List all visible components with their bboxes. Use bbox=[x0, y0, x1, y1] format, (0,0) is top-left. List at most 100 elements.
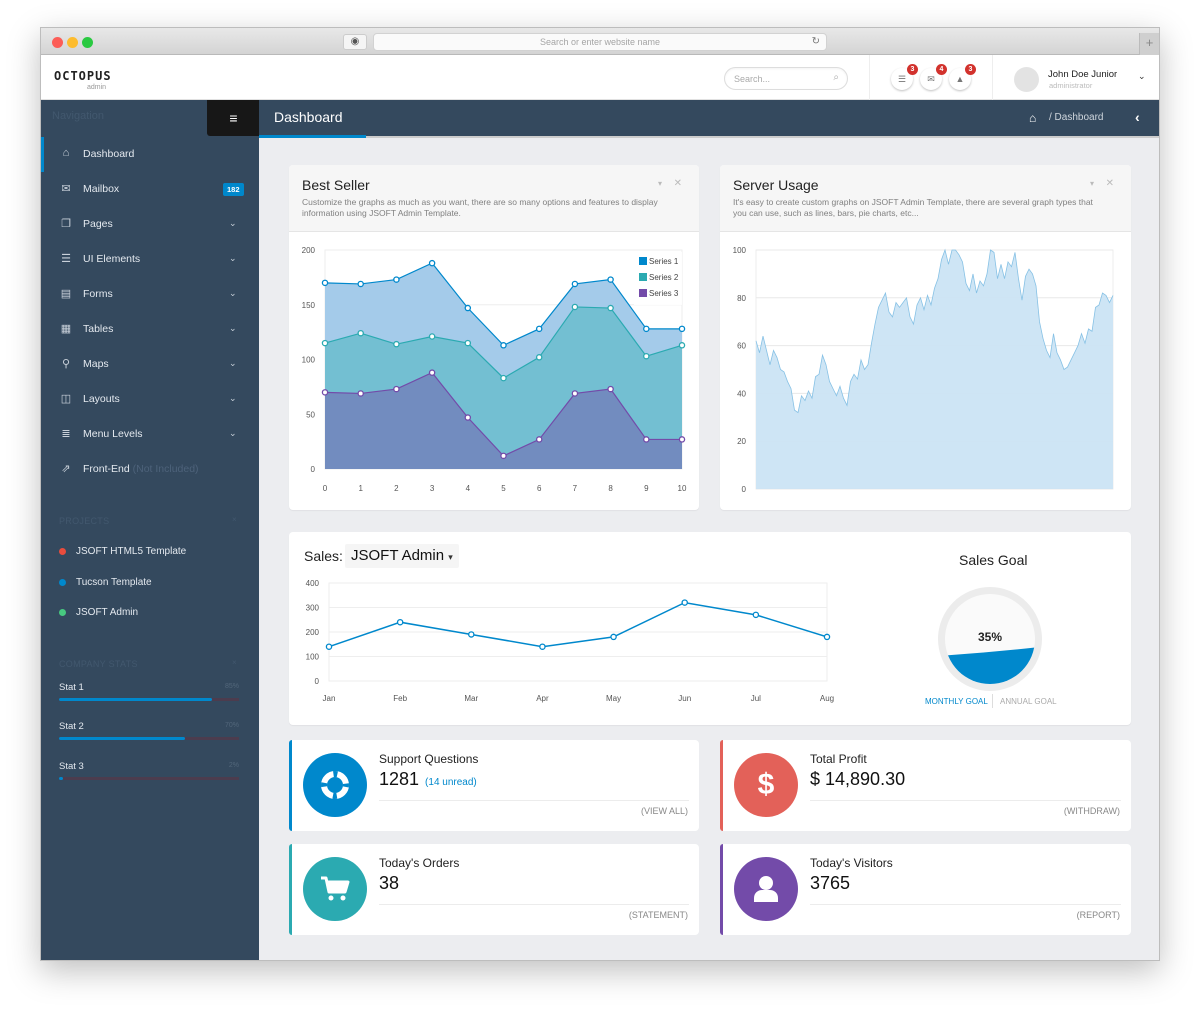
stat-item: Stat 3 2% bbox=[59, 761, 239, 780]
data-point bbox=[428, 259, 436, 267]
close-icon[interactable]: × bbox=[232, 515, 237, 524]
data-point bbox=[643, 325, 650, 333]
report-link[interactable]: (REPORT) bbox=[1077, 910, 1120, 920]
project-item[interactable]: JSOFT Admin bbox=[59, 607, 138, 618]
caret-down-icon[interactable]: ▾ bbox=[658, 179, 662, 188]
progress-track bbox=[59, 777, 239, 780]
shopping-cart-icon bbox=[303, 857, 367, 921]
sidebar-item-forms[interactable]: ▤ Forms ⌄ bbox=[41, 277, 259, 312]
tasks-icon: ☰ bbox=[897, 74, 907, 84]
active-tab-underline bbox=[259, 135, 366, 138]
tab-monthly-goal[interactable]: MONTHLY GOAL bbox=[925, 697, 988, 706]
sidebar-item-layouts[interactable]: ◫ Layouts ⌄ bbox=[41, 382, 259, 417]
sidebar-item-dashboard[interactable]: ⌂ Dashboard bbox=[41, 137, 259, 172]
sidebar-item-label: Menu Levels bbox=[83, 428, 143, 440]
alerts-badge: 3 bbox=[965, 64, 976, 75]
chevron-left-icon[interactable]: ‹ bbox=[1135, 109, 1140, 125]
data-point bbox=[357, 390, 364, 397]
divider bbox=[992, 55, 993, 100]
todays-visitors-widget: Today's Visitors 3765 (REPORT) bbox=[720, 844, 1131, 935]
tab-underline bbox=[366, 136, 1159, 138]
unread-link[interactable]: (14 unread) bbox=[425, 777, 477, 788]
total-profit-widget: $ Total Profit $ 14,890.30 (WITHDRAW) bbox=[720, 740, 1131, 831]
accent-bar bbox=[720, 844, 723, 935]
x-tick-label: 2 bbox=[394, 484, 399, 493]
sidebar-item-label: Front-End (Not Included) bbox=[83, 463, 199, 475]
stat-percent: 70% bbox=[224, 722, 239, 729]
project-item[interactable]: Tucson Template bbox=[59, 577, 152, 588]
data-point bbox=[678, 436, 686, 443]
alerts-button[interactable]: ▲ 3 bbox=[949, 64, 976, 90]
y-tick-label: 100 bbox=[306, 653, 320, 662]
stat-item: Stat 2 70% bbox=[59, 721, 239, 740]
breadcrumb[interactable]: / Dashboard bbox=[1049, 112, 1103, 123]
sidebar-item-menu-levels[interactable]: ≣ Menu Levels ⌄ bbox=[41, 417, 259, 452]
x-tick-label: Mar bbox=[464, 694, 478, 703]
user-name[interactable]: John Doe Junior bbox=[1048, 69, 1117, 80]
legend-label: Series 1 bbox=[649, 257, 679, 266]
privacy-shield-icon[interactable]: ◉ bbox=[343, 34, 367, 50]
tab-annual-goal[interactable]: ANNUAL GOAL bbox=[1000, 697, 1057, 706]
chevron-down-icon[interactable]: ⌄ bbox=[1138, 71, 1146, 82]
sales-goal-gauge: 35% bbox=[938, 587, 1042, 691]
url-bar[interactable]: Search or enter website name ↻ bbox=[373, 33, 827, 51]
sidebar-item-pages[interactable]: ❐ Pages ⌄ bbox=[41, 207, 259, 242]
y-tick-label: 50 bbox=[306, 410, 315, 419]
close-icon[interactable]: ✕ bbox=[674, 178, 682, 189]
search-input[interactable]: Search... ⌕ bbox=[724, 67, 848, 90]
project-label: JSOFT HTML5 Template bbox=[76, 546, 187, 557]
support-questions-widget: Support Questions 1281 (14 unread) (VIEW … bbox=[289, 740, 699, 831]
sidebar-item-label: Forms bbox=[83, 288, 113, 300]
sidebar-item-maps[interactable]: ⚲ Maps ⌄ bbox=[41, 347, 259, 382]
statement-link[interactable]: (STATEMENT) bbox=[629, 910, 688, 920]
home-icon[interactable]: ⌂ bbox=[1029, 111, 1036, 125]
progress-track bbox=[59, 737, 239, 740]
columns-icon: ◫ bbox=[60, 393, 72, 405]
sidebar-item-ui-elements[interactable]: ☰ UI Elements ⌄ bbox=[41, 242, 259, 277]
y-tick-label: 100 bbox=[302, 356, 316, 365]
tasks-button[interactable]: ☰ 3 bbox=[891, 64, 918, 90]
avatar[interactable] bbox=[1014, 67, 1039, 92]
x-tick-label: 10 bbox=[678, 484, 687, 493]
table-icon: ▦ bbox=[60, 323, 72, 335]
progress-fill bbox=[59, 698, 212, 701]
todays-orders-widget: Today's Orders 38 (STATEMENT) bbox=[289, 844, 699, 935]
close-icon[interactable]: × bbox=[232, 658, 237, 667]
sidebar-item-mailbox[interactable]: ✉ Mailbox 182 bbox=[41, 172, 259, 207]
data-point bbox=[823, 633, 831, 641]
messages-button[interactable]: ✉ 4 bbox=[920, 64, 947, 90]
data-point bbox=[500, 452, 507, 460]
view-all-link[interactable]: (VIEW ALL) bbox=[641, 806, 688, 816]
caret-down-icon[interactable]: ▾ bbox=[1090, 179, 1094, 188]
sidebar-item-front-end[interactable]: ⇗ Front-End (Not Included) bbox=[41, 452, 259, 487]
sidebar-toggle-button[interactable]: ≡ bbox=[207, 100, 260, 136]
maximize-window-button[interactable] bbox=[82, 37, 93, 48]
external-link-icon: ⇗ bbox=[61, 463, 71, 475]
x-tick-label: 7 bbox=[573, 484, 578, 493]
data-point bbox=[468, 631, 475, 638]
divider bbox=[379, 800, 689, 801]
close-icon[interactable]: ✕ bbox=[1106, 178, 1114, 189]
project-item[interactable]: JSOFT HTML5 Template bbox=[59, 546, 186, 557]
browser-toolbar: ◉ Search or enter website name ↻ + bbox=[41, 28, 1159, 55]
messages-badge: 4 bbox=[936, 64, 947, 75]
new-tab-button[interactable]: + bbox=[1139, 33, 1159, 55]
sidebar-item-tables[interactable]: ▦ Tables ⌄ bbox=[41, 312, 259, 347]
close-window-button[interactable] bbox=[52, 37, 63, 48]
envelope-icon: ✉ bbox=[61, 183, 71, 195]
logo[interactable]: OCTOPUS bbox=[54, 69, 112, 83]
withdraw-link[interactable]: (WITHDRAW) bbox=[1064, 806, 1120, 816]
y-tick-label: 40 bbox=[737, 389, 746, 398]
search-icon[interactable]: ⌕ bbox=[833, 72, 839, 83]
url-placeholder: Search or enter website name bbox=[539, 37, 661, 47]
chevron-down-icon: ⌄ bbox=[229, 323, 237, 333]
sales-selector-dropdown[interactable]: JSOFT Admin ▾ bbox=[345, 544, 459, 568]
y-tick-label: 80 bbox=[737, 294, 746, 303]
minimize-window-button[interactable] bbox=[67, 37, 78, 48]
reload-icon[interactable]: ↻ bbox=[812, 34, 820, 50]
dollar-icon: $ bbox=[734, 753, 798, 817]
align-left-icon: ≣ bbox=[61, 428, 71, 440]
support-count: 1281 bbox=[379, 769, 420, 789]
server-usage-chart: 0 20 40 60 80 100 bbox=[733, 246, 1114, 494]
y-tick-label: 60 bbox=[737, 342, 746, 351]
